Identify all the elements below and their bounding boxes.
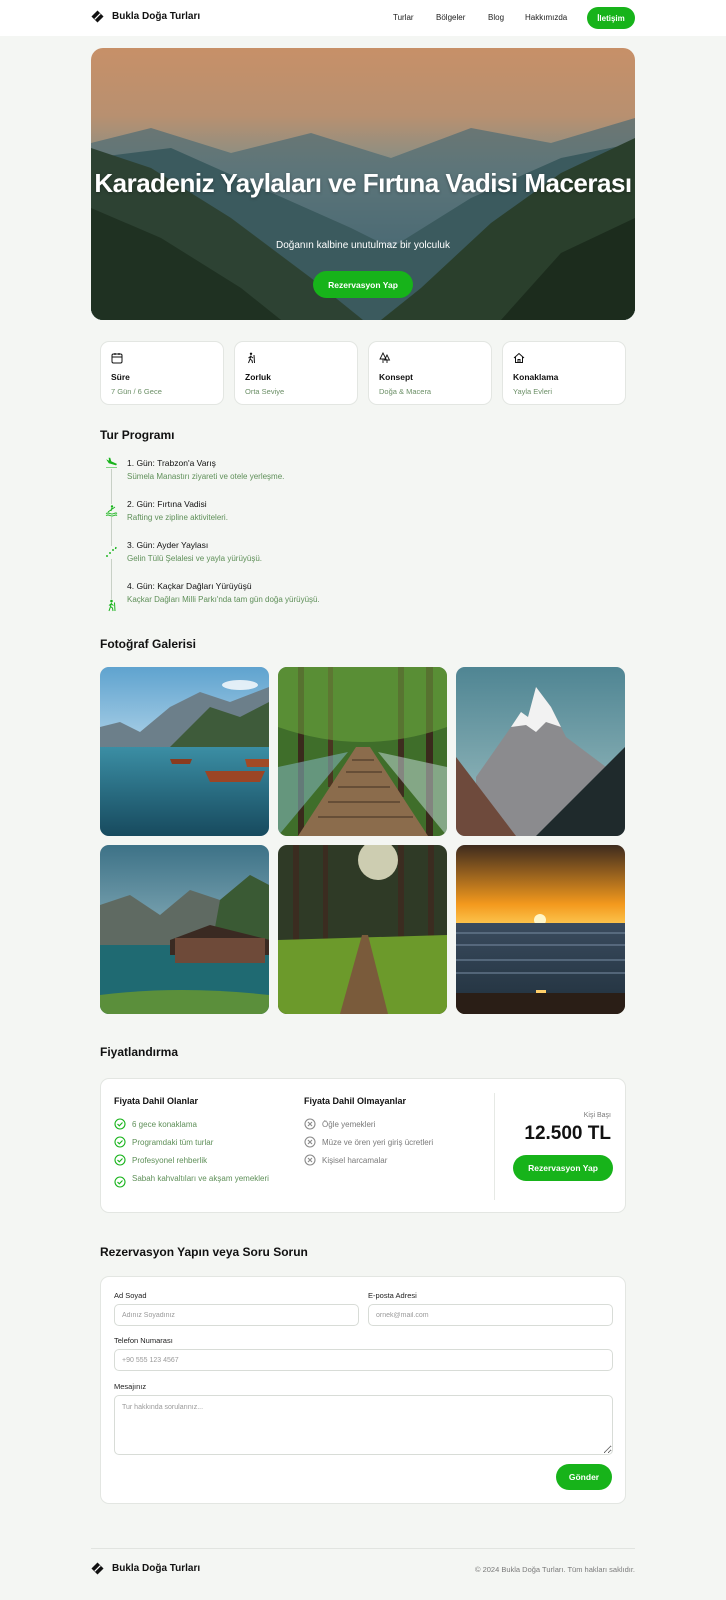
gallery-image-lake-boats[interactable] — [100, 667, 269, 836]
calendar-icon — [111, 353, 123, 364]
check-circle-icon — [114, 1118, 126, 1130]
leaf-logo-icon — [91, 1562, 104, 1575]
gallery-section-title: Fotoğraf Galerisi — [100, 637, 197, 651]
footer-divider — [91, 1548, 635, 1549]
footer-brand-name: Bukla Doğa Turları — [112, 1563, 201, 1574]
gallery-image-snowy-peak[interactable] — [456, 667, 625, 836]
included-item-text: Sabah kahvaltıları ve akşam yemekleri — [132, 1174, 269, 1183]
timeline-day-title: 1. Gün: Trabzon'a Varış — [127, 458, 216, 468]
info-card-accommodation: Konaklama Yayla Evleri — [502, 341, 626, 405]
program-section-title: Tur Programı — [100, 428, 175, 442]
gallery-image-forest-boardwalk[interactable] — [278, 667, 447, 836]
reservation-form: Ad Soyad E-posta Adresi Telefon Numarası… — [100, 1276, 626, 1504]
nav-link-turlar[interactable]: Turlar — [393, 13, 414, 22]
footer-copyright: © 2024 Bukla Doğa Turları. Tüm hakları s… — [474, 1565, 635, 1574]
info-card-value: 7 Gün / 6 Gece — [111, 387, 162, 396]
included-item-text: 6 gece konaklama — [132, 1120, 197, 1129]
hero-banner: Karadeniz Yaylaları ve Fırtına Vadisi Ma… — [91, 48, 635, 320]
check-circle-icon — [114, 1136, 126, 1148]
x-circle-icon — [304, 1118, 316, 1130]
per-person-label: Kişi Başı — [583, 1112, 611, 1119]
timeline-day-title: 3. Gün: Ayder Yaylası — [127, 540, 209, 550]
hiker-icon — [248, 352, 255, 364]
email-label: E-posta Adresi — [368, 1291, 417, 1300]
timeline-line — [111, 468, 112, 602]
home-icon — [513, 352, 525, 363]
info-card-label: Konsept — [379, 372, 413, 382]
check-circle-icon — [114, 1176, 126, 1188]
phone-field[interactable] — [114, 1349, 613, 1371]
gallery-image-forest-path[interactable] — [278, 845, 447, 1014]
gallery-image-lake-cabin[interactable] — [100, 845, 269, 1014]
excluded-title: Fiyata Dahil Olmayanlar — [304, 1096, 407, 1106]
timeline-day-title: 4. Gün: Kaçkar Dağları Yürüyüşü — [127, 581, 252, 591]
hero-title: Karadeniz Yaylaları ve Fırtına Vadisi Ma… — [94, 168, 632, 198]
pricing-reserve-button[interactable]: Rezervasyon Yap — [513, 1155, 613, 1181]
info-card-label: Süre — [111, 372, 130, 382]
hero-subtitle: Doğanın kalbine unutulmaz bir yolculuk — [276, 240, 450, 251]
info-card-value: Yayla Evleri — [513, 387, 553, 396]
rafting-icon — [105, 504, 118, 517]
excluded-item-text: Müze ve ören yeri giriş ücretleri — [322, 1138, 434, 1147]
nav-link-blog[interactable]: Blog — [488, 13, 504, 22]
included-title: Fiyata Dahil Olanlar — [114, 1096, 199, 1106]
top-navbar: Bukla Doğa Turları Turlar Bölgeler Blog … — [0, 0, 726, 36]
included-item: Profesyonel rehberlik — [114, 1154, 284, 1167]
name-label: Ad Soyad — [114, 1291, 147, 1300]
leaf-logo-icon — [91, 10, 104, 23]
hiker-icon — [105, 599, 118, 612]
message-label: Mesajınız — [114, 1382, 147, 1391]
nav-link-hakkimizda[interactable]: Hakkımızda — [525, 13, 567, 22]
info-card-value: Doğa & Macera — [379, 387, 432, 396]
included-item-text: Programdaki tüm turlar — [132, 1138, 214, 1147]
pricing-section-title: Fiyatlandırma — [100, 1045, 179, 1059]
info-card-difficulty: Zorluk Orta Seviye — [234, 341, 358, 405]
pricing-divider — [494, 1093, 495, 1200]
check-circle-icon — [114, 1154, 126, 1166]
x-circle-icon — [304, 1136, 316, 1148]
x-circle-icon — [304, 1154, 316, 1166]
timeline-day-desc: Gelin Tülü Şelalesi ve yayla yürüyüşü. — [127, 554, 263, 563]
timeline-day-title: 2. Gün: Fırtına Vadisi — [127, 499, 207, 509]
gallery-image-sunset-sea[interactable] — [456, 845, 625, 1014]
info-card-label: Zorluk — [245, 372, 271, 382]
info-card-label: Konaklama — [513, 372, 559, 382]
included-item: Sabah kahvaltıları ve akşam yemekleri — [114, 1172, 274, 1188]
info-card-value: Orta Seviye — [245, 387, 285, 396]
submit-button[interactable]: Gönder — [556, 1464, 612, 1490]
brand-name: Bukla Doğa Turları — [112, 11, 201, 22]
trees-icon — [379, 352, 391, 363]
included-item: 6 gece konaklama — [114, 1118, 284, 1131]
trail-icon — [105, 546, 118, 559]
info-card-concept: Konsept Doğa & Macera — [368, 341, 492, 405]
plane-landing-icon — [105, 456, 118, 469]
footer-brand[interactable]: Bukla Doğa Turları — [91, 1562, 200, 1575]
price-value: 12.500 TL — [524, 1123, 611, 1144]
excluded-item: Öğle yemekleri — [304, 1118, 484, 1131]
included-item-text: Profesyonel rehberlik — [132, 1156, 208, 1165]
pricing-card: Fiyata Dahil Olanlar 6 gece konaklama Pr… — [100, 1078, 626, 1213]
excluded-item: Müze ve ören yeri giriş ücretleri — [304, 1136, 484, 1149]
excluded-item: Kişisel harcamalar — [304, 1154, 484, 1167]
phone-label: Telefon Numarası — [114, 1336, 173, 1345]
included-item: Programdaki tüm turlar — [114, 1136, 284, 1149]
nav-link-bolgeler[interactable]: Bölgeler — [436, 13, 465, 22]
email-field[interactable] — [368, 1304, 613, 1326]
name-field[interactable] — [114, 1304, 359, 1326]
excluded-item-text: Öğle yemekleri — [322, 1120, 376, 1129]
timeline-day-desc: Rafting ve zipline aktiviteleri. — [127, 513, 228, 522]
info-card-duration: Süre 7 Gün / 6 Gece — [100, 341, 224, 405]
form-section-title: Rezervasyon Yapın veya Soru Sorun — [100, 1245, 308, 1259]
timeline-day-desc: Kaçkar Dağları Milli Parkı'nda tam gün d… — [127, 595, 320, 604]
timeline-day-desc: Sümela Manastırı ziyareti ve otele yerle… — [127, 472, 285, 481]
brand-logo-link[interactable]: Bukla Doğa Turları — [91, 10, 200, 23]
excluded-item-text: Kişisel harcamalar — [322, 1156, 388, 1165]
message-textarea[interactable] — [114, 1395, 613, 1455]
contact-button[interactable]: İletişim — [587, 7, 635, 29]
hero-reserve-button[interactable]: Rezervasyon Yap — [313, 271, 413, 298]
